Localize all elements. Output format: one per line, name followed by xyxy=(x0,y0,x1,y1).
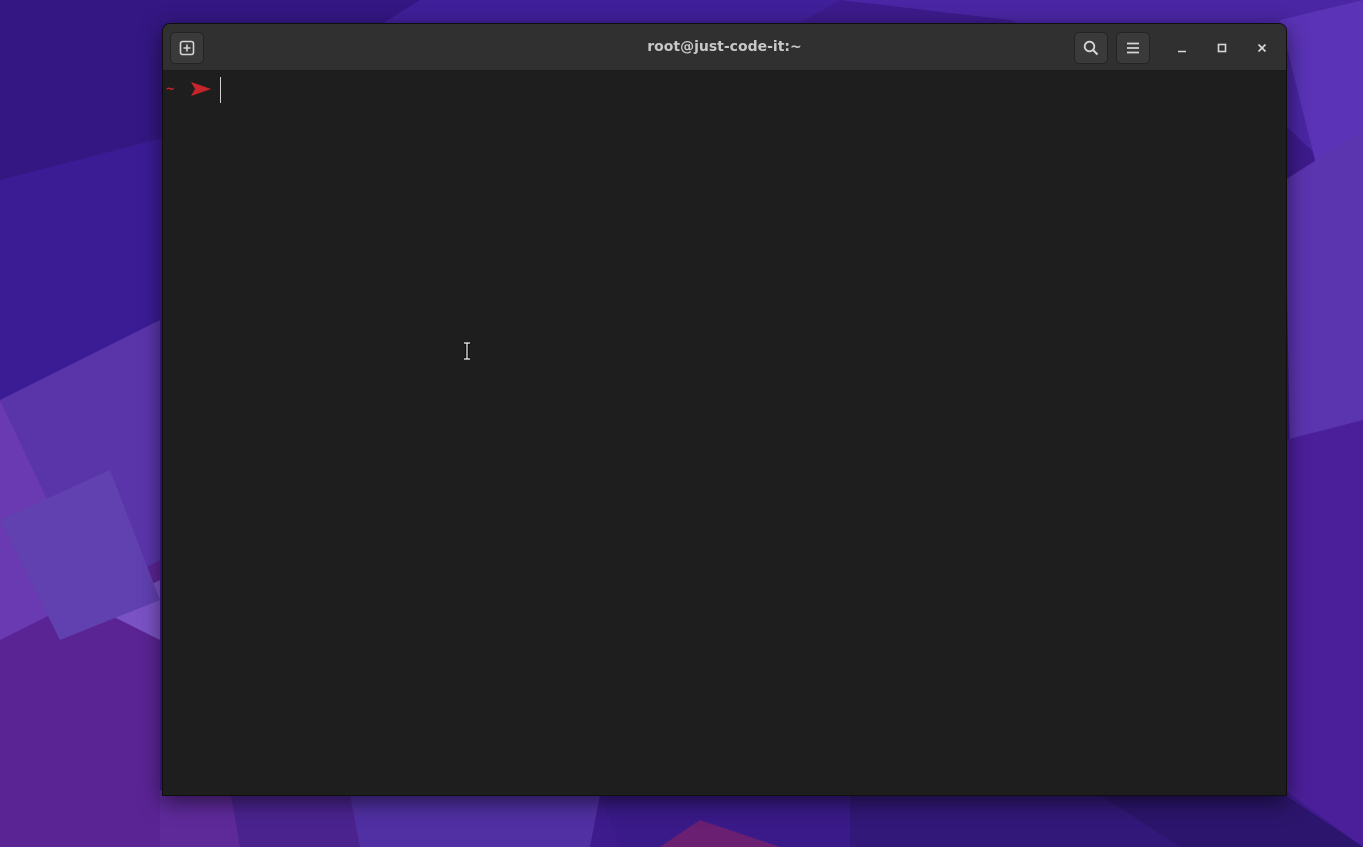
minimize-button[interactable] xyxy=(1169,35,1195,61)
terminal-area[interactable]: ~ xyxy=(163,71,1286,795)
prompt-directory: ~ xyxy=(166,81,175,97)
desktop: root@just-code-it:~ ~ xyxy=(0,0,1363,847)
text-cursor xyxy=(220,77,221,103)
close-icon xyxy=(1257,43,1267,53)
ibeam-mouse-cursor-icon xyxy=(464,342,470,360)
search-icon xyxy=(1083,40,1099,56)
menu-button[interactable] xyxy=(1116,32,1150,64)
hamburger-menu-icon xyxy=(1127,42,1139,54)
shell-prompt: ~ xyxy=(166,79,214,99)
maximize-button[interactable] xyxy=(1209,35,1235,61)
maximize-icon xyxy=(1217,43,1227,53)
headerbar: root@just-code-it:~ xyxy=(163,24,1286,71)
search-button[interactable] xyxy=(1074,32,1108,64)
terminal-window: root@just-code-it:~ ~ xyxy=(162,23,1287,796)
arrow-right-icon xyxy=(190,80,214,98)
minimize-icon xyxy=(1178,50,1186,53)
close-button[interactable] xyxy=(1249,35,1275,61)
